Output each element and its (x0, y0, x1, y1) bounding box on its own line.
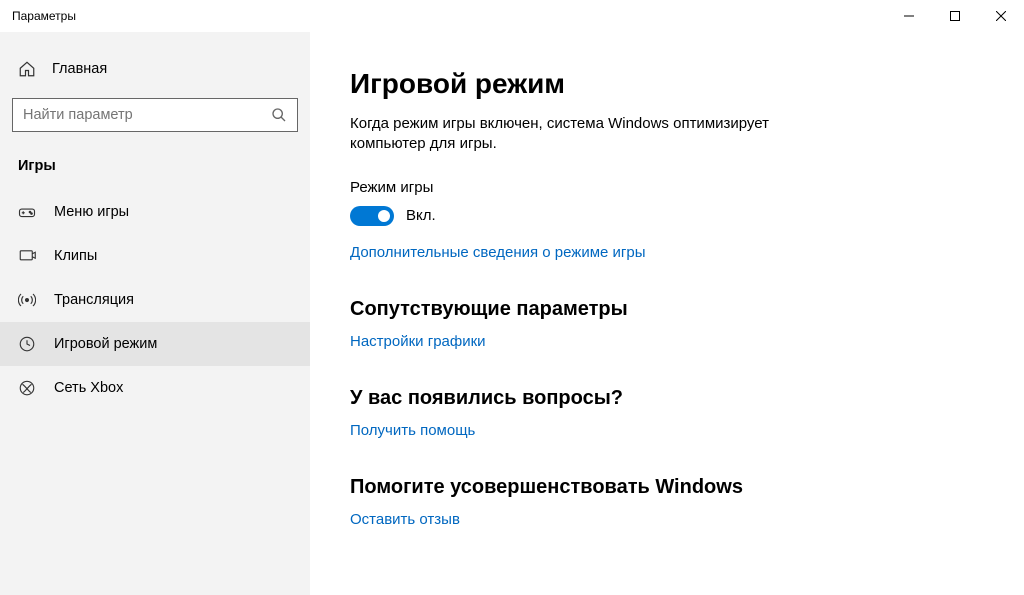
home-link[interactable]: Главная (0, 50, 310, 88)
related-settings-section: Сопутствующие параметры Настройки график… (350, 298, 984, 351)
questions-section: У вас появились вопросы? Получить помощь (350, 387, 984, 440)
maximize-icon (950, 11, 960, 21)
game-bar-icon (18, 203, 36, 221)
sidebar-item-label: Игровой режим (54, 336, 157, 352)
learn-more-link[interactable]: Дополнительные сведения о режиме игры (350, 244, 646, 261)
search-input[interactable] (23, 107, 271, 123)
window-controls (886, 0, 1024, 32)
home-icon (18, 60, 36, 78)
category-label: Игры (0, 150, 310, 190)
toggle-state: Вкл. (406, 207, 436, 224)
page-title: Игровой режим (350, 68, 984, 100)
sidebar-item-game-bar[interactable]: Меню игры (0, 190, 310, 234)
search-box[interactable] (12, 98, 298, 132)
close-icon (996, 11, 1006, 21)
maximize-button[interactable] (932, 0, 978, 32)
graphics-settings-link[interactable]: Настройки графики (350, 333, 486, 350)
home-label: Главная (52, 61, 107, 77)
nav-list: Меню игры Клипы Трансляция Игровой режим (0, 190, 310, 410)
sidebar-item-game-mode[interactable]: Игровой режим (0, 322, 310, 366)
broadcasting-icon (18, 291, 36, 309)
content-area: Главная Игры Меню игры Клипы (0, 32, 1024, 595)
feedback-section: Помогите усовершенствовать Windows Остав… (350, 476, 984, 529)
sidebar: Главная Игры Меню игры Клипы (0, 32, 310, 595)
xbox-icon (18, 379, 36, 397)
sidebar-item-captures[interactable]: Клипы (0, 234, 310, 278)
sidebar-item-label: Трансляция (54, 292, 134, 308)
titlebar: Параметры (0, 0, 1024, 32)
toggle-row: Вкл. (350, 206, 984, 226)
toggle-knob (378, 210, 390, 222)
window-title: Параметры (12, 9, 76, 23)
page-description: Когда режим игры включен, система Window… (350, 114, 830, 155)
sidebar-item-label: Сеть Xbox (54, 380, 123, 396)
minimize-icon (904, 11, 914, 21)
toggle-label: Режим игры (350, 179, 984, 196)
section-title: Помогите усовершенствовать Windows (350, 476, 984, 499)
captures-icon (18, 247, 36, 265)
main-panel: Игровой режим Когда режим игры включен, … (310, 32, 1024, 595)
close-button[interactable] (978, 0, 1024, 32)
sidebar-item-label: Клипы (54, 248, 97, 264)
sidebar-item-xbox-networking[interactable]: Сеть Xbox (0, 366, 310, 410)
sidebar-item-broadcasting[interactable]: Трансляция (0, 278, 310, 322)
section-title: Сопутствующие параметры (350, 298, 984, 321)
sidebar-item-label: Меню игры (54, 204, 129, 220)
search-icon (271, 107, 287, 123)
get-help-link[interactable]: Получить помощь (350, 422, 475, 439)
minimize-button[interactable] (886, 0, 932, 32)
game-mode-toggle[interactable] (350, 206, 394, 226)
section-title: У вас появились вопросы? (350, 387, 984, 410)
give-feedback-link[interactable]: Оставить отзыв (350, 511, 460, 528)
game-mode-icon (18, 335, 36, 353)
